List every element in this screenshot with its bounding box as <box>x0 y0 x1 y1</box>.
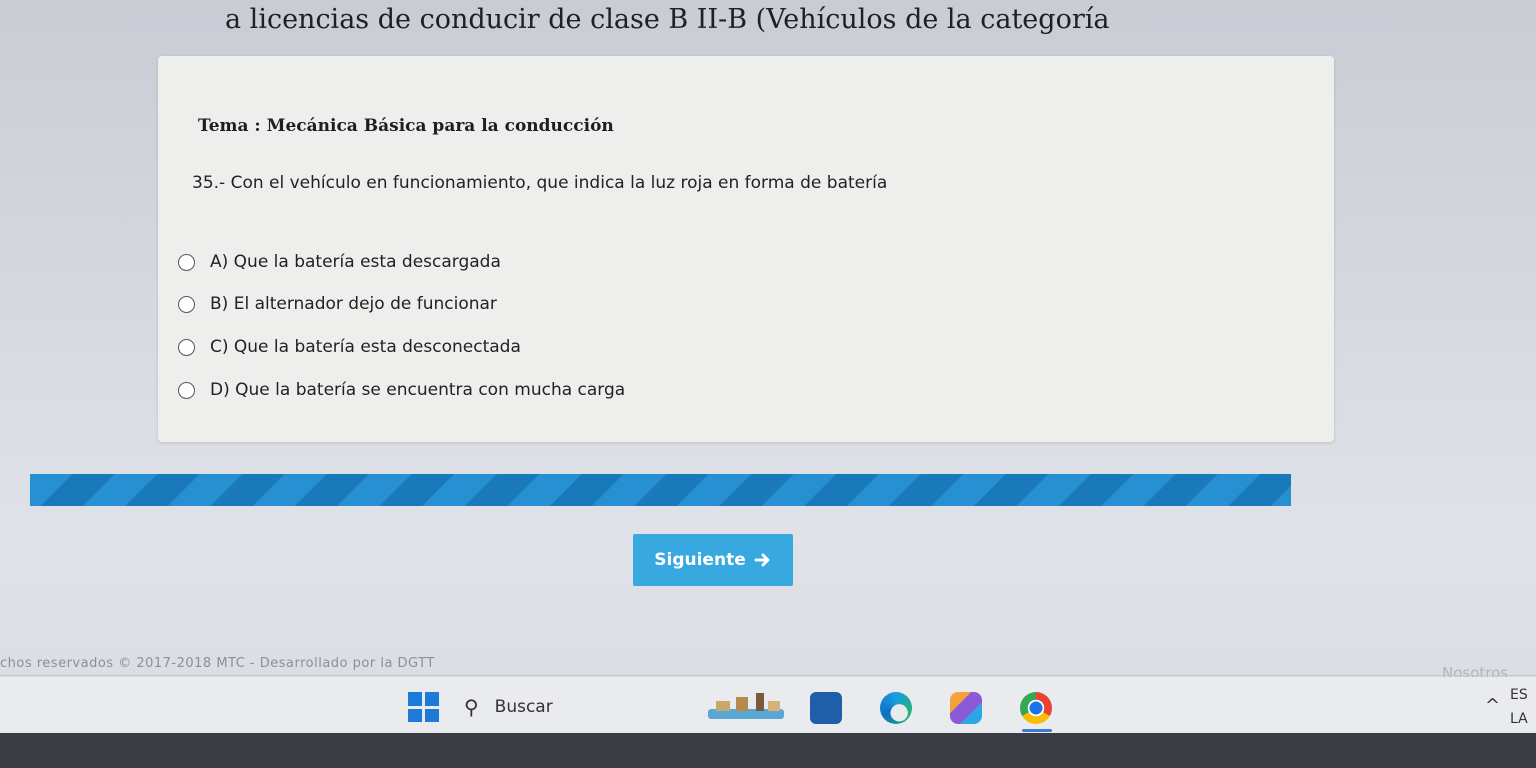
option-b-radio[interactable] <box>178 295 195 313</box>
option-d-label: D) Que la batería se encuentra con mucha… <box>210 380 626 400</box>
option-c[interactable]: C) Que la batería esta desconectada <box>178 337 521 357</box>
option-d[interactable]: D) Que la batería se encuentra con mucha… <box>178 380 625 400</box>
progress-bar <box>30 474 1291 506</box>
option-b[interactable]: B) El alternador dejo de funcionar <box>178 294 497 314</box>
option-b-label: B) El alternador dejo de funcionar <box>210 294 497 314</box>
language-indicator-line1: ES <box>1510 687 1528 703</box>
next-button-label: Siguiente <box>654 550 746 570</box>
option-a[interactable]: A) Que la batería esta descargada <box>178 252 501 272</box>
photos-icon[interactable] <box>950 692 982 724</box>
widgets-icon[interactable] <box>706 691 786 723</box>
chrome-active-indicator <box>1022 729 1052 732</box>
language-indicator[interactable]: ES LA <box>1510 683 1528 731</box>
taskbar: ⚲ Buscar ^ ES LA <box>0 677 1536 733</box>
next-button[interactable]: Siguiente <box>633 534 793 586</box>
edge-browser-icon[interactable] <box>880 692 912 724</box>
chrome-browser-icon[interactable] <box>1020 692 1052 724</box>
question-card: Tema : Mecánica Básica para la conducció… <box>158 56 1334 442</box>
footer-divider <box>0 675 1536 676</box>
calculator-icon[interactable] <box>810 692 842 724</box>
progress-fill <box>30 474 1291 506</box>
screen-bezel <box>0 733 1536 768</box>
option-d-radio[interactable] <box>178 381 195 399</box>
footer-copyright: chos reservados © 2017-2018 MTC - Desarr… <box>0 656 435 671</box>
taskbar-search-label: Buscar <box>494 697 553 717</box>
arrow-right-icon <box>754 553 770 567</box>
tray-chevron-up-icon[interactable]: ^ <box>1485 695 1500 716</box>
option-c-radio[interactable] <box>178 338 195 356</box>
question-text: 35.- Con el vehículo en funcionamiento, … <box>192 173 888 193</box>
topic-heading: Tema : Mecánica Básica para la conducció… <box>198 116 614 136</box>
option-c-label: C) Que la batería esta desconectada <box>210 337 521 357</box>
option-a-radio[interactable] <box>178 253 195 271</box>
search-icon: ⚲ <box>464 695 479 719</box>
taskbar-search[interactable]: ⚲ Buscar <box>458 687 678 727</box>
windows-start-icon[interactable] <box>408 692 439 722</box>
option-a-label: A) Que la batería esta descargada <box>210 252 501 272</box>
language-indicator-line2: LA <box>1510 711 1528 727</box>
page-title: a licencias de conducir de clase B II-B … <box>225 4 1110 35</box>
